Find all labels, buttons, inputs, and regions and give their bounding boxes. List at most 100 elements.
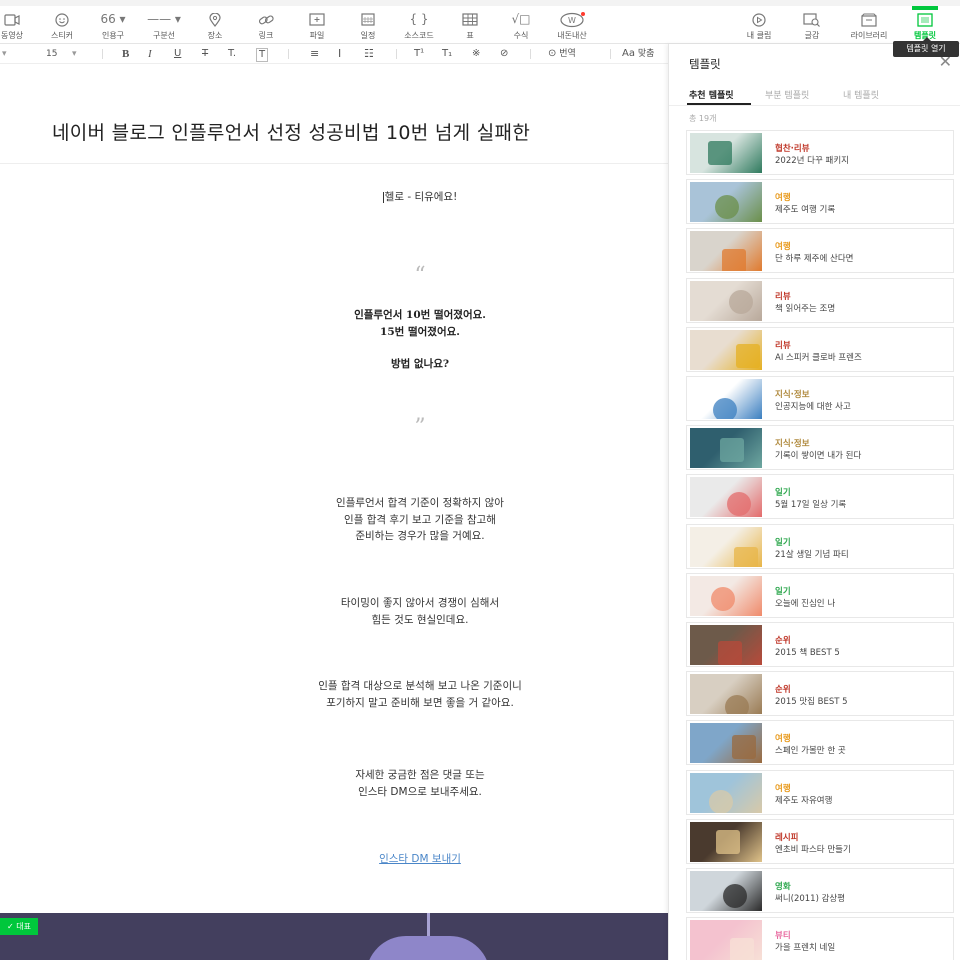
template-card[interactable]: 뷰티 가을 프렌치 네일 bbox=[686, 917, 954, 960]
template-card[interactable]: 리뷰 AI 스피커 클로바 프렌즈 bbox=[686, 326, 954, 372]
text-background-button[interactable]: T bbox=[256, 48, 269, 62]
greeting-paragraph[interactable]: 헬로 - 티유에요! bbox=[0, 189, 668, 206]
material-icon bbox=[786, 10, 838, 28]
template-name: 5월 17일 일상 기록 bbox=[775, 500, 847, 511]
toolbar-formula-button[interactable]: √□ 수식 bbox=[495, 10, 547, 44]
template-card[interactable]: 여행 제주도 자유여행 bbox=[686, 769, 954, 815]
code-icon: { } bbox=[409, 12, 429, 26]
paragraph-line: 인플 합격 후기 보고 기준을 참고해 bbox=[344, 513, 496, 526]
template-category: 일기 bbox=[775, 586, 791, 597]
template-card[interactable]: 지식·정보 기록이 쌓이면 내가 된다 bbox=[686, 425, 954, 471]
toolbar-table-button[interactable]: 표 bbox=[444, 10, 496, 44]
italic-button[interactable]: I bbox=[148, 47, 152, 61]
template-name: 엔초비 파스타 만들기 bbox=[775, 844, 851, 855]
divider-icon: —— ▾ bbox=[147, 12, 181, 26]
text-color-button[interactable]: T. bbox=[228, 47, 236, 61]
line-height-button[interactable]: I bbox=[338, 47, 341, 61]
font-size-select[interactable]: 15 bbox=[46, 47, 57, 61]
template-name: 스페인 가볼만 한 곳 bbox=[775, 746, 846, 757]
toolbar-link-button[interactable]: 링크 bbox=[240, 10, 292, 44]
table-icon bbox=[444, 10, 496, 28]
format-divider bbox=[102, 49, 103, 59]
body-paragraph[interactable]: 타이밍이 좋지 않아서 경쟁이 심해서 힘든 것도 현실인데요. bbox=[0, 595, 668, 628]
library-icon bbox=[843, 10, 895, 28]
body-paragraph[interactable]: 인플루언서 합격 기준이 정확하지 않아 인플 합격 후기 보고 기준을 참고해… bbox=[0, 495, 668, 545]
font-size-chevron-icon[interactable]: ▾ bbox=[72, 47, 77, 61]
template-thumbnail bbox=[690, 920, 762, 960]
toolbar-divider-label: 구분선 bbox=[152, 31, 176, 40]
greeting-text: 헬로 - 티유에요! bbox=[384, 191, 458, 203]
font-family-dropdown-icon[interactable]: ▾ bbox=[2, 47, 7, 61]
template-card[interactable]: 지식·정보 인공지능에 대한 사고 bbox=[686, 376, 954, 421]
toolbar-quote-button[interactable]: 66 ▾ 인용구 bbox=[87, 10, 139, 44]
template-thumbnail bbox=[690, 871, 762, 911]
tab-my-templates[interactable]: 내 템플릿 bbox=[843, 88, 879, 101]
template-category: 순위 bbox=[775, 685, 791, 696]
translate-button[interactable]: ⊙ 번역 bbox=[548, 47, 576, 61]
superscript-button[interactable]: T¹ bbox=[414, 47, 424, 61]
template-card[interactable]: 순위 2015 책 BEST 5 bbox=[686, 622, 954, 667]
template-card[interactable]: 여행 스페인 가볼만 한 곳 bbox=[686, 720, 954, 766]
template-card[interactable]: 순위 2015 맛집 BEST 5 bbox=[686, 671, 954, 717]
main-toolbar: 동영상 스티커 66 ▾ 인용구 —— ▾ 구분선 장소 링크 파일 일정 {… bbox=[0, 0, 960, 44]
template-card[interactable]: 레시피 엔초비 파스타 만들기 bbox=[686, 818, 954, 864]
template-thumbnail bbox=[690, 280, 762, 321]
link-icon bbox=[240, 10, 292, 28]
image-block[interactable] bbox=[0, 913, 668, 960]
template-category: 순위 bbox=[775, 636, 791, 646]
toolbar-location-button[interactable]: 장소 bbox=[189, 10, 241, 44]
strikethrough-button[interactable]: T bbox=[202, 47, 208, 61]
link-format-button[interactable]: ⊘ bbox=[500, 47, 508, 61]
body-paragraph[interactable]: 인플 합격 대상으로 분석해 보고 나온 기준이니 포기하지 말고 준비해 보면… bbox=[0, 678, 668, 711]
toolbar-material-button[interactable]: 글감 bbox=[786, 10, 838, 44]
representative-image-badge[interactable]: ✓ 대표 bbox=[0, 918, 38, 935]
toolbar-library-button[interactable]: 라이브러리 bbox=[843, 10, 895, 44]
template-card[interactable]: 일기 오늘에 진심인 나 bbox=[686, 572, 954, 618]
template-thumbnail bbox=[690, 575, 762, 616]
title-divider bbox=[0, 163, 668, 164]
quote-block[interactable]: 인플루언서 10번 떨어졌어요. 15번 떨어졌어요. 방법 없나요? bbox=[0, 307, 668, 373]
editor-area[interactable]: 네이버 블로그 인플루언서 선정 성공비법 10번 넘게 실패한 헬로 - 티유… bbox=[0, 64, 668, 960]
special-char-button[interactable]: ※ bbox=[472, 47, 480, 61]
toolbar-clip-button[interactable]: 내 클립 bbox=[733, 10, 785, 44]
toolbar-code-button[interactable]: { } 소스코드 bbox=[393, 10, 445, 44]
spellcheck-label: 맞춤 bbox=[637, 49, 655, 59]
template-card[interactable]: 일기 5월 17일 일상 기록 bbox=[686, 474, 954, 520]
spellcheck-icon: Aa bbox=[622, 48, 635, 59]
video-icon bbox=[0, 10, 38, 28]
toolbar-sticker-button[interactable]: 스티커 bbox=[36, 10, 88, 44]
template-name: 써니(2011) 감상평 bbox=[775, 894, 846, 904]
template-name: 가을 프렌치 네일 bbox=[775, 943, 836, 954]
template-card[interactable]: 일기 21살 생일 기념 파티 bbox=[686, 523, 954, 569]
location-icon bbox=[189, 10, 241, 28]
toolbar-divider-button[interactable]: —— ▾ 구분선 bbox=[138, 10, 190, 44]
template-card[interactable]: 협찬·리뷰 2022년 다꾸 패키지 bbox=[686, 130, 954, 175]
quote-line: 인플루언서 10번 떨어졌어요. bbox=[354, 309, 486, 321]
toolbar-calendar-button[interactable]: 일정 bbox=[342, 10, 394, 44]
calendar-icon bbox=[342, 10, 394, 28]
template-card[interactable]: 영화 써니(2011) 감상평 bbox=[686, 868, 954, 913]
toolbar-won-button[interactable]: W 내돈내산 bbox=[546, 10, 598, 44]
tab-recommended[interactable]: 추천 템플릿 bbox=[689, 88, 734, 101]
template-name: 2015 맛집 BEST 5 bbox=[775, 697, 848, 708]
format-divider bbox=[610, 49, 611, 59]
spellcheck-button[interactable]: Aa 맞춤 bbox=[622, 47, 654, 61]
subscript-button[interactable]: T₁ bbox=[442, 47, 452, 61]
template-open-tooltip: 템플릿 열기 bbox=[893, 37, 959, 57]
toolbar-sticker-label: 스티커 bbox=[50, 31, 74, 40]
align-center-button[interactable]: ≡ bbox=[310, 47, 319, 61]
template-thumbnail bbox=[690, 526, 762, 567]
template-card[interactable]: 여행 제주도 여행 기록 bbox=[686, 179, 954, 225]
insta-dm-link[interactable]: 인스타 DM 보내기 bbox=[0, 851, 668, 866]
underline-button[interactable]: U bbox=[174, 47, 181, 61]
tab-partial[interactable]: 부분 템플릿 bbox=[765, 88, 809, 101]
post-title[interactable]: 네이버 블로그 인플루언서 선정 성공비법 10번 넘게 실패한 bbox=[52, 118, 530, 145]
bold-button[interactable]: B bbox=[122, 47, 129, 61]
template-card[interactable]: 여행 단 하루 제주에 산다면 bbox=[686, 228, 954, 274]
template-card[interactable]: 리뷰 책 읽어주는 조명 bbox=[686, 277, 954, 323]
toolbar-video-button[interactable]: 동영상 bbox=[0, 10, 38, 44]
list-button[interactable]: ☷ bbox=[364, 47, 374, 61]
body-paragraph[interactable]: 자세한 궁금한 점은 댓글 또는 인스타 DM으로 보내주세요. bbox=[0, 767, 668, 800]
toolbar-file-button[interactable]: 파일 bbox=[291, 10, 343, 44]
thumbnail-shape bbox=[708, 141, 732, 165]
